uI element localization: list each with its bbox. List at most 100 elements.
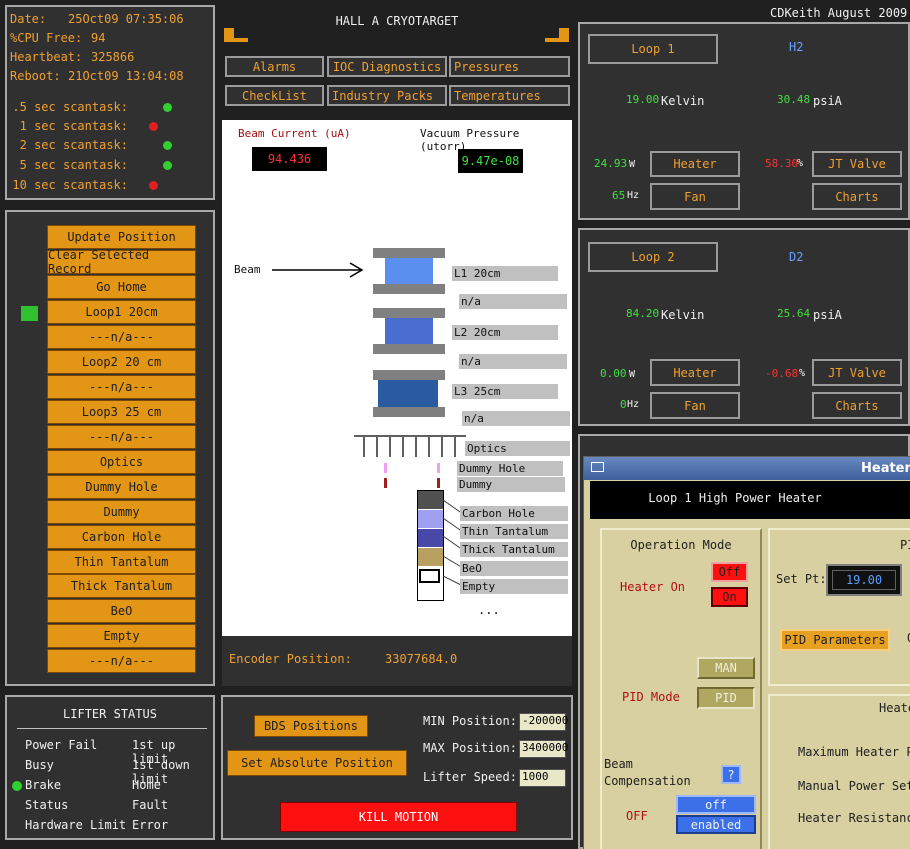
lifter-status-item: Fault <box>132 798 169 812</box>
loop2-fan-button[interactable]: Fan <box>650 392 740 419</box>
page-title: HALL A CRYOTARGET <box>335 14 459 28</box>
loop1-pressure-unit: psiA <box>813 94 842 108</box>
loop1-heater-power: 24.93 <box>594 157 628 170</box>
heater-window-titlebar[interactable]: Heater <box>584 457 910 480</box>
lifter-status-title: LIFTER STATUS <box>63 707 157 721</box>
loop1-fan-button[interactable]: Fan <box>650 183 740 210</box>
loop1-cap-top <box>373 248 445 258</box>
loop1-charts-button[interactable]: Charts <box>812 183 902 210</box>
target-diagram: Beam Current (uA) 94.436 Vacuum Pressure… <box>222 120 572 636</box>
max-position-label: MAX Position: <box>423 741 517 755</box>
min-position-input[interactable]: -200000 <box>519 713 568 731</box>
position-button[interactable]: ---n/a--- <box>47 649 196 673</box>
cpu-label: %CPU Free: <box>10 31 83 45</box>
beam-label: Beam <box>234 263 261 276</box>
nav-alarms-button[interactable]: Alarms <box>225 56 324 77</box>
loop2-button[interactable]: Loop 2 <box>588 242 718 272</box>
encoder-label: Encoder Position: <box>229 652 352 666</box>
loop2-fan-speed: 0 <box>620 398 627 411</box>
corner-marker-icon <box>559 28 569 38</box>
nav-ioc-diagnostics-button[interactable]: IOC Diagnostics <box>327 56 447 77</box>
date-value: 25Oct09 07:35:06 <box>68 12 184 26</box>
compensation-off-button[interactable]: off <box>676 795 756 814</box>
position-button[interactable]: Dummy <box>47 500 196 524</box>
set-absolute-position-button[interactable]: Set Absolute Position <box>227 750 407 776</box>
reboot-label: Reboot: <box>10 69 61 83</box>
heater-banner-text: Loop 1 High Power Heater <box>648 491 822 505</box>
scantask-label: 2 sec scantask: <box>19 138 128 152</box>
loop1-heater-button[interactable]: Heater <box>650 151 740 177</box>
lifter-speed-label: Lifter Speed: <box>423 770 517 784</box>
loop2-jt-valve-button[interactable]: JT Valve <box>812 359 902 386</box>
position-button[interactable]: Thin Tantalum <box>47 550 196 574</box>
loop1-jt-valve-button[interactable]: JT Valve <box>812 151 902 177</box>
window-menu-icon[interactable] <box>591 462 604 472</box>
heartbeat-label: Heartbeat: <box>10 50 83 64</box>
compensation-enabled-button[interactable]: enabled <box>676 815 756 834</box>
beam-compensation-label: Compensation <box>604 774 691 788</box>
position-button[interactable]: Go Home <box>47 275 196 299</box>
loop1-button[interactable]: Loop 1 <box>588 34 718 64</box>
nav-pressures-button[interactable]: Pressures <box>449 56 570 77</box>
loop2-temperature-unit: Kelvin <box>661 308 705 322</box>
set-point-value[interactable]: 19.00 <box>832 570 896 590</box>
position-button[interactable]: Clear Selected Record <box>47 248 196 276</box>
position-button[interactable]: Empty <box>47 624 196 648</box>
position-button[interactable]: ---n/a--- <box>47 325 196 349</box>
min-position-label: MIN Position: <box>423 714 517 728</box>
position-button[interactable]: Loop3 25 cm <box>47 400 196 424</box>
loop1-cap-bottom <box>373 284 445 294</box>
position-button[interactable]: ---n/a--- <box>47 425 196 449</box>
loop2-jt-valve: -0.68 <box>765 367 799 380</box>
position-button[interactable]: Loop1 20cm <box>47 300 196 324</box>
loop2-panel: Loop 2 D2 84.20 Kelvin 25.64 psiA 0.00 W… <box>578 228 910 426</box>
kill-motion-button[interactable]: KILL MOTION <box>280 802 517 832</box>
credit-text: CDKeith August 2009 <box>770 6 908 20</box>
loop2-fan-unit: Hz <box>627 399 640 410</box>
scantask-label: 5 sec scantask: <box>19 158 128 172</box>
position-button[interactable]: Carbon Hole <box>47 525 196 549</box>
loop2-charts-button[interactable]: Charts <box>812 392 902 419</box>
pid-mode-man-button[interactable]: MAN <box>697 657 755 679</box>
lifter-speed-input[interactable]: 1000 <box>519 769 566 787</box>
position-button[interactable]: Loop2 20 cm <box>47 350 196 374</box>
pid-mode-pid-button[interactable]: PID <box>697 687 755 709</box>
scantask-status-icon <box>163 161 172 170</box>
max-position-input[interactable]: 3400000 <box>519 740 568 758</box>
position-button[interactable]: Update Position <box>47 225 196 249</box>
loop1-jt-valve: 58.30 <box>765 157 799 170</box>
loop2-cell <box>385 318 433 344</box>
scantask-label: .5 sec scantask: <box>12 100 128 114</box>
position-button[interactable]: ---n/a--- <box>47 375 196 399</box>
loop3-cell <box>378 380 438 407</box>
nav-industry-packs-button[interactable]: Industry Packs <box>327 85 447 106</box>
cryotarget-screen: Date: 25Oct09 07:35:06 %CPU Free: 94 Hea… <box>0 0 910 849</box>
position-button[interactable]: Dummy Hole <box>47 475 196 499</box>
lifter-status-item: Busy <box>25 758 54 772</box>
nav-temperatures-button[interactable]: Temperatures <box>449 85 570 106</box>
set-point-input[interactable]: 19.00 <box>826 564 902 596</box>
heater-off-button[interactable]: Off <box>711 562 748 582</box>
operation-mode-box: Operation Mode Heater On Off On MAN PID … <box>600 528 762 849</box>
encoder-value: 33077684.0 <box>385 652 458 666</box>
lifter-status-item: Status <box>25 798 69 812</box>
heater-window-title: Heater <box>861 461 910 476</box>
help-button[interactable]: ? <box>721 765 741 784</box>
max-heater-power-label: Maximum Heater Powe <box>798 745 910 759</box>
beam-compensation-state: OFF <box>626 809 648 823</box>
scantask-status-icon <box>149 181 158 190</box>
position-button[interactable]: Optics <box>47 450 196 474</box>
heater-on-button[interactable]: On <box>711 587 748 607</box>
bds-positions-button[interactable]: BDS Positions <box>254 715 368 737</box>
loop2-heater-button[interactable]: Heater <box>650 359 740 386</box>
lifter-status-panel: LIFTER STATUS Power Fail Busy Brake Stat… <box>5 695 215 840</box>
beam-arrow-icon <box>272 262 364 278</box>
position-button[interactable]: Thick Tantalum <box>47 574 196 598</box>
target-label-l1: L1 20cm <box>452 266 558 281</box>
position-button[interactable]: BeO <box>47 599 196 623</box>
corner-marker-icon <box>224 28 234 38</box>
target-label-carbon-hole: Carbon Hole <box>460 506 568 521</box>
pid-parameters-button[interactable]: PID Parameters <box>780 629 890 651</box>
nav-checklist-button[interactable]: CheckList <box>225 85 324 106</box>
heater-window: Heater Loop 1 High Power Heater Operatio… <box>583 456 910 849</box>
